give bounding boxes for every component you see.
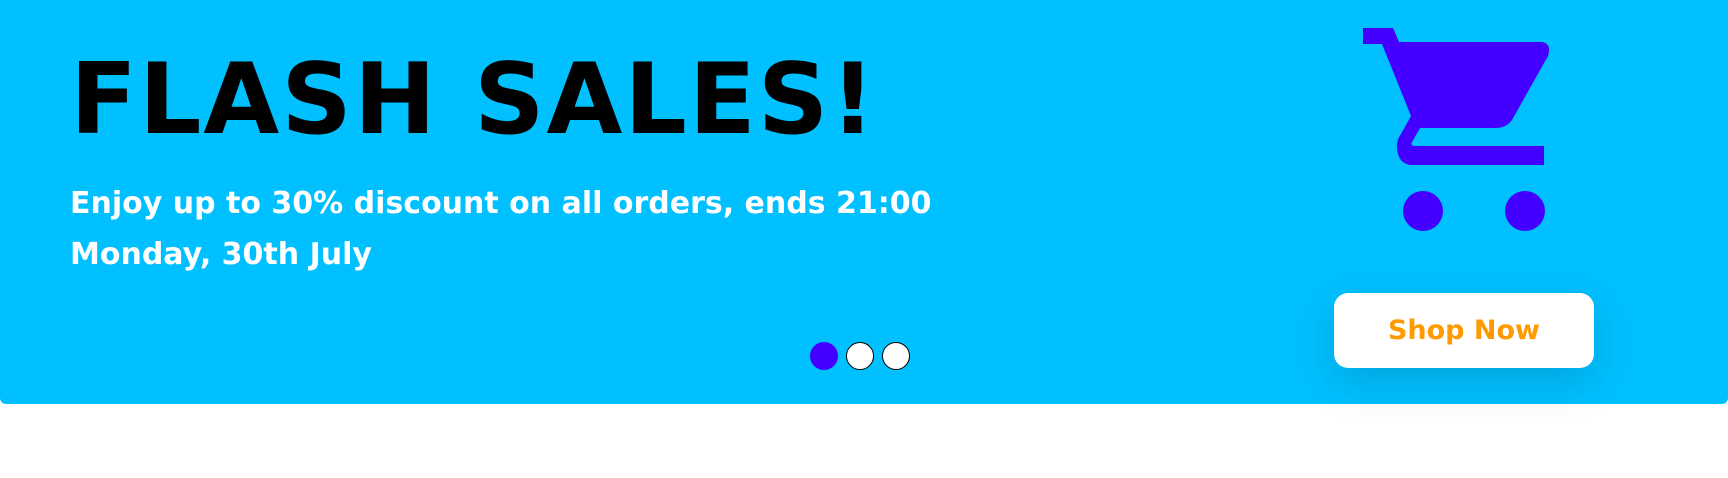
- banner-subtext: Enjoy up to 30% discount on all orders, …: [70, 186, 932, 272]
- carousel-indicators: [810, 342, 910, 372]
- carousel-dot-2[interactable]: [846, 342, 874, 370]
- carousel-dot-3[interactable]: [882, 342, 910, 370]
- carousel-dot-1[interactable]: [810, 342, 838, 370]
- shopping-cart-icon: [1363, 28, 1550, 231]
- banner-headline: FLASH SALES!: [70, 43, 878, 157]
- shop-now-button[interactable]: Shop Now: [1334, 293, 1594, 368]
- flash-sale-banner: FLASH SALES! Enjoy up to 30% discount on…: [0, 0, 1728, 404]
